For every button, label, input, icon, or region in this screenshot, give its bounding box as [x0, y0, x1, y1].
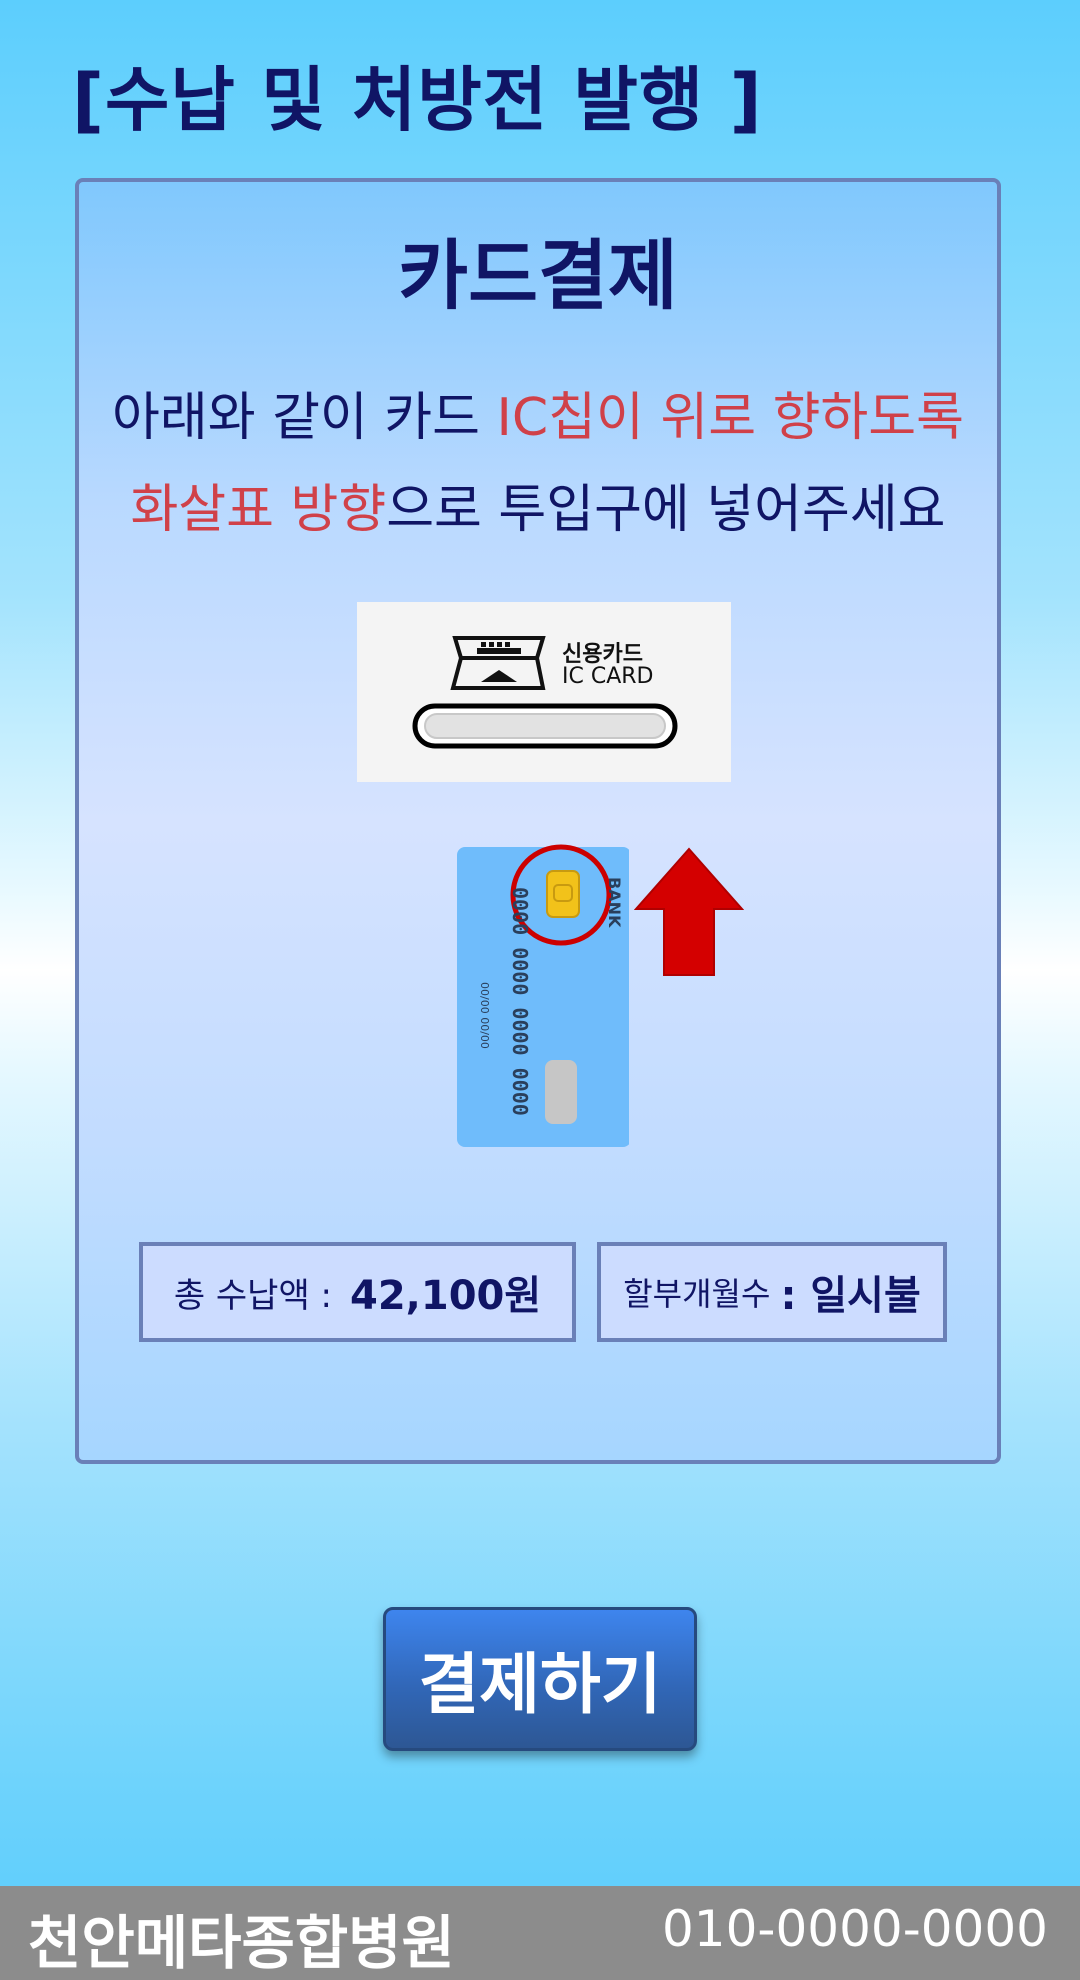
installment-value: : 일시불 — [780, 1273, 921, 1319]
instruction-line-1-highlight: IC칩이 위로 향하도록 — [496, 388, 964, 448]
card-reader-icon — [412, 636, 678, 749]
up-arrow-icon — [633, 847, 745, 976]
ic-chip-icon — [546, 870, 580, 918]
instruction-line-2-highlight: 화살표 방향 — [130, 480, 387, 540]
card-reader-illustration: 신용카드 IC CARD — [357, 602, 731, 782]
card-payment-panel: 카드결제 아래와 같이 카드 IC칩이 위로 향하도록 화살표 방향으로 투입구… — [75, 178, 1001, 1464]
instruction-line-2-text: 으로 투입구에 넣어주세요 — [386, 480, 946, 540]
instruction-line-2: 화살표 방향으로 투입구에 넣어주세요 — [79, 464, 997, 556]
page-title: [수납 및 처방전 발행 ] — [72, 59, 763, 141]
total-amount-box: 총 수납액 : 42,100원 — [139, 1242, 576, 1342]
pay-button[interactable]: 결제하기 — [383, 1607, 697, 1751]
footer: 천안메타종합병원 010-0000-0000 — [0, 1886, 1080, 1980]
panel-title: 카드결제 — [398, 231, 678, 320]
total-amount-label: 총 수납액 : — [173, 1275, 333, 1316]
credit-card-icon: BANK 0000 0000 0000 0000 00/00 00/00 — [457, 844, 631, 1147]
reader-label-en: IC CARD — [562, 664, 654, 689]
installment-box: 할부개월수 : 일시불 — [597, 1242, 947, 1342]
card-number-text: 0000 0000 0000 0000 — [508, 887, 532, 1116]
instructions: 아래와 같이 카드 IC칩이 위로 향하도록 화살표 방향으로 투입구에 넣어주… — [79, 372, 997, 556]
card-expiry-text: 00/00 00/00 — [478, 982, 491, 1049]
hospital-name: 천안메타종합병원 — [28, 1909, 455, 1977]
credit-card-illustration: BANK 0000 0000 0000 0000 00/00 00/00 — [449, 837, 631, 1151]
total-amount-value: 42,100원 — [350, 1273, 542, 1319]
card-bank-text: BANK — [605, 877, 624, 928]
instruction-line-1: 아래와 같이 카드 IC칩이 위로 향하도록 — [79, 372, 997, 464]
insert-direction-arrow — [633, 847, 745, 991]
installment-label: 할부개월수 — [623, 1275, 771, 1313]
instruction-line-1-text: 아래와 같이 카드 — [112, 388, 497, 448]
phone-number: 010-0000-0000 — [661, 1900, 1048, 1958]
